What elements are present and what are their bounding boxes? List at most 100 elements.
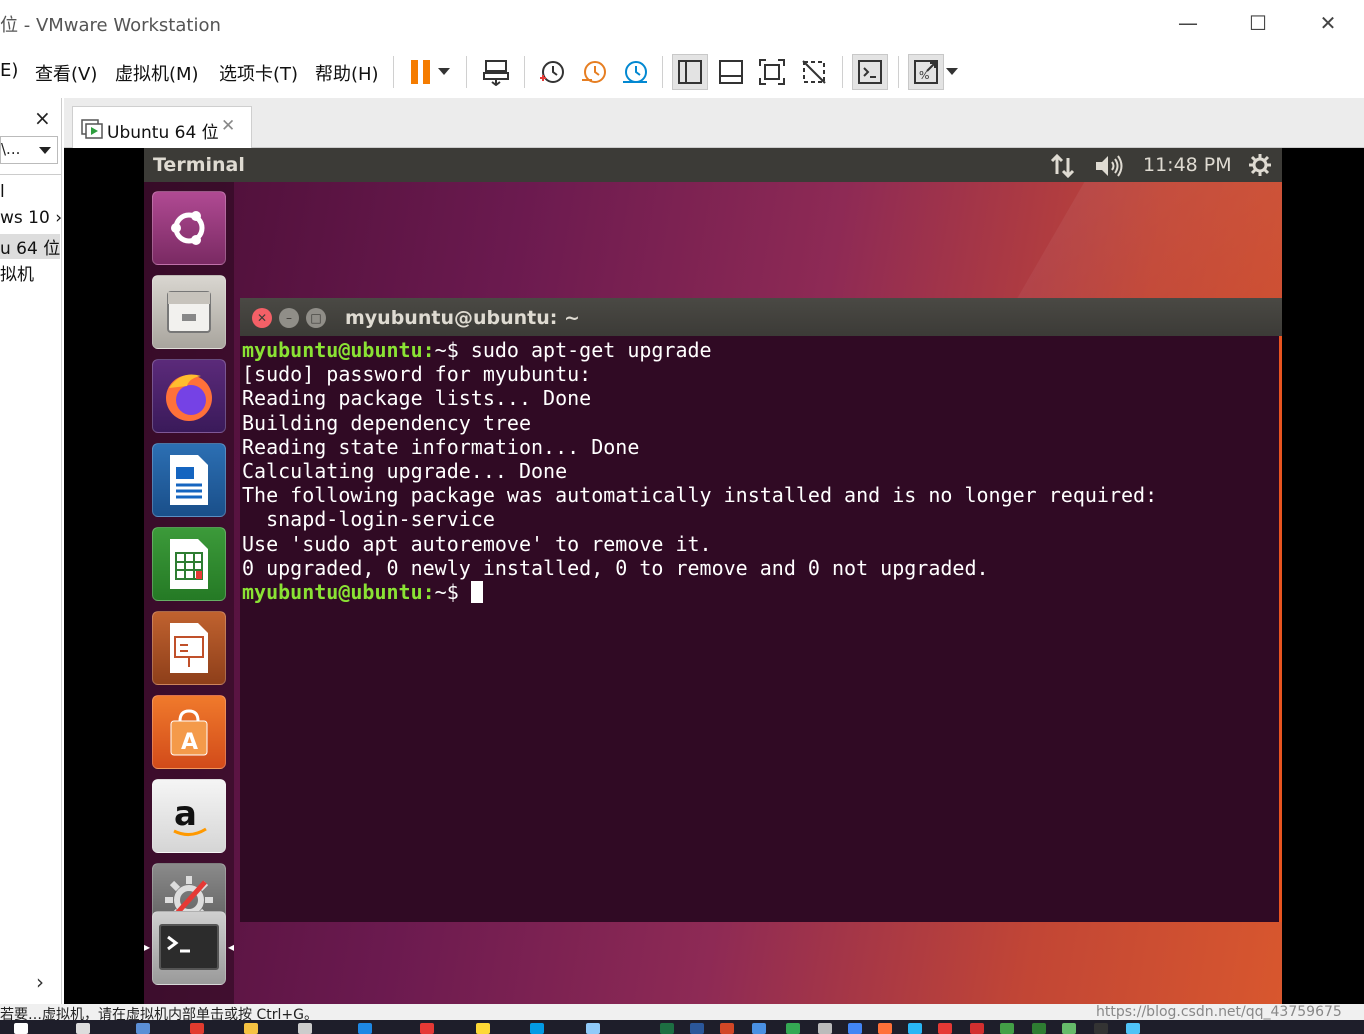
menu-edit[interactable]: E) [0, 60, 18, 81]
terminal-line: Building dependency tree [242, 410, 531, 435]
send-ctrl-alt-del-button[interactable] [478, 54, 514, 90]
tab-close-button[interactable]: ✕ [221, 116, 235, 136]
files-icon[interactable] [152, 275, 226, 349]
terminal-launcher-icon[interactable] [152, 911, 226, 985]
console-view-button[interactable] [852, 54, 888, 90]
terminal-close-button[interactable]: ✕ [252, 308, 272, 328]
terminal-output[interactable]: myubuntu@ubuntu:~$ sudo apt-get upgrade[… [242, 338, 1278, 918]
scroll-right-arrow[interactable]: › [36, 970, 44, 994]
libreoffice-writer-icon[interactable] [152, 443, 226, 517]
ubuntu-dash-icon[interactable] [152, 191, 226, 265]
maximize-button[interactable]: ☐ [1238, 8, 1278, 38]
vm-running-icon [81, 119, 103, 139]
excel-icon[interactable] [660, 1023, 674, 1034]
library-item-my-computer[interactable]: l [0, 182, 5, 202]
software-center-icon[interactable]: A [152, 695, 226, 769]
taskbar-app-icon[interactable] [752, 1023, 766, 1034]
firefox-icon[interactable] [152, 359, 226, 433]
powerpoint-icon[interactable] [720, 1023, 734, 1034]
clock[interactable]: 11:48 PM [1143, 154, 1232, 176]
chevron-down-icon [438, 68, 450, 75]
qq-icon[interactable] [1094, 1023, 1108, 1034]
menu-vm[interactable]: 虚拟机(M) [115, 60, 199, 86]
terminal-line: The following package was automatically … [242, 483, 1158, 508]
taskbar-app-icon[interactable] [420, 1023, 434, 1034]
taskbar-app-icon[interactable] [358, 1023, 372, 1034]
taskbar-app-icon[interactable] [298, 1023, 312, 1034]
full-screen-button[interactable] [754, 54, 790, 90]
toolbar-divider [466, 56, 467, 88]
task-view-icon[interactable] [136, 1023, 150, 1034]
taskbar-app-icon[interactable] [1032, 1023, 1046, 1034]
library-item-windows-10[interactable]: ws 10 › [0, 208, 61, 228]
terminal-maximize-button[interactable]: □ [306, 308, 326, 328]
library-item-shared-vms[interactable]: 拟机 [0, 260, 34, 285]
windows-start-icon[interactable] [14, 1023, 28, 1034]
close-button[interactable]: ✕ [1308, 8, 1348, 38]
terminal-titlebar: ✕ – □ myubuntu@ubuntu: ~ [240, 298, 1282, 336]
menu-tabs[interactable]: 选项卡(T) [219, 60, 298, 86]
tab-label: Ubuntu 64 位 [107, 123, 219, 143]
taskbar-app-icon[interactable] [1062, 1023, 1076, 1034]
library-search-box[interactable]: \... [0, 136, 58, 164]
terminal-prompt: myubuntu@ubuntu: [242, 580, 435, 605]
minimize-button[interactable]: — [1168, 8, 1208, 38]
thumbnail-bar-button[interactable] [713, 54, 749, 90]
take-snapshot-button[interactable] [534, 54, 570, 90]
terminal-line: snapd-login-service [242, 507, 495, 532]
menu-help[interactable]: 帮助(H) [315, 60, 379, 86]
terminal-line: Calculating upgrade... Done [242, 459, 568, 484]
stretch-guest-button[interactable]: % [908, 54, 944, 90]
running-indicator: ▸ [144, 940, 151, 954]
libreoffice-calc-icon[interactable] [152, 527, 226, 601]
thumbnail-icon [719, 60, 743, 84]
ubuntu-desktop[interactable]: Terminal 11:48 PM A a ▸ ◂ ✕ – □ myubuntu… [144, 148, 1282, 1004]
terminal-window[interactable]: ✕ – □ myubuntu@ubuntu: ~ myubuntu@ubuntu… [240, 298, 1282, 922]
unity-icon [802, 60, 826, 84]
libreoffice-impress-icon[interactable] [152, 611, 226, 685]
terminal-minimize-button[interactable]: – [279, 308, 299, 328]
taskbar-app-icon[interactable] [938, 1023, 952, 1034]
taskbar-app-icon[interactable] [970, 1023, 984, 1034]
taskbar-app-icon[interactable] [190, 1023, 204, 1034]
vm-console[interactable]: Terminal 11:48 PM A a ▸ ◂ ✕ – □ myubuntu… [64, 148, 1364, 1004]
power-dropdown[interactable] [432, 54, 456, 90]
vmware-taskbar-icon[interactable] [586, 1023, 600, 1034]
taskbar-app-icon[interactable] [1126, 1023, 1140, 1034]
taskbar-app-icon[interactable] [786, 1023, 800, 1034]
wechat-icon[interactable] [1000, 1023, 1014, 1034]
pause-icon [411, 60, 430, 84]
watermark: https://blog.csdn.net/qq_43759675 [1096, 1004, 1342, 1020]
word-icon[interactable] [690, 1023, 704, 1034]
status-bar: 若要…虚拟机，请在虚拟机内部单击或按 Ctrl+G。 https://blog.… [0, 1004, 1364, 1020]
unity-mode-button[interactable] [796, 54, 832, 90]
taskbar-app-icon[interactable] [908, 1023, 922, 1034]
terminal-line: myubuntu@ubuntu:~$ [242, 580, 1278, 604]
folder-icon[interactable] [244, 1023, 258, 1034]
terminal-line: [sudo] password for myubuntu: [242, 362, 592, 387]
menu-view[interactable]: 查看(V) [35, 60, 97, 86]
svg-text:A: A [181, 730, 198, 755]
taskbar-app-icon[interactable] [476, 1023, 490, 1034]
keyboard-icon [483, 60, 509, 86]
windows-taskbar [0, 1020, 1364, 1034]
terminal-cursor [470, 581, 483, 604]
tab-ubuntu[interactable]: Ubuntu 64 位 ✕ [72, 106, 252, 148]
revert-snapshot-button[interactable] [576, 54, 612, 90]
taskbar-app-icon[interactable] [818, 1023, 832, 1034]
search-icon[interactable] [76, 1023, 90, 1034]
library-search-input[interactable]: \... [1, 140, 20, 158]
show-library-button[interactable] [672, 54, 708, 90]
ubuntu-top-panel: Terminal 11:48 PM [144, 148, 1282, 182]
snapshot-manager-button[interactable] [617, 54, 653, 90]
tab-bar: Ubuntu 64 位 ✕ [64, 98, 1364, 148]
taskbar-app-icon[interactable] [878, 1023, 892, 1034]
taskbar-app-icon[interactable] [530, 1023, 544, 1034]
amazon-icon[interactable]: a [152, 779, 226, 853]
terminal-line: Use 'sudo apt autoremove' to remove it. [242, 531, 712, 556]
taskbar-app-icon[interactable] [848, 1023, 862, 1034]
library-item-ubuntu[interactable]: u 64 位 [0, 234, 60, 259]
unity-launcher: A a ▸ ◂ [144, 182, 234, 1004]
library-close-button[interactable]: × [34, 106, 51, 130]
stretch-dropdown[interactable] [940, 54, 964, 90]
